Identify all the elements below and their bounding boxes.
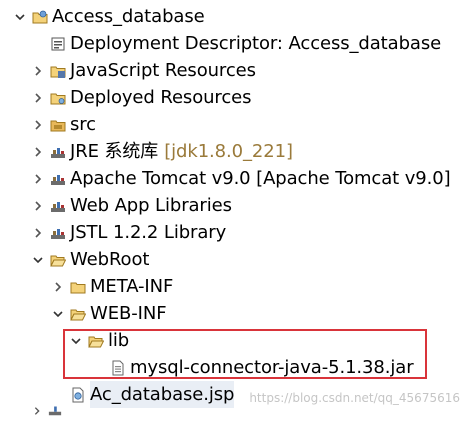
web-project-icon [32,9,48,25]
library-icon [50,171,66,187]
tree-item-meta-inf[interactable]: META-INF [52,273,173,300]
tree-item-web-inf[interactable]: WEB-INF [52,300,167,327]
library-icon [48,403,62,421]
chevron-right-icon[interactable] [52,273,64,300]
tree-item-deployment-descriptor[interactable]: Deployment Descriptor: Access_database [32,30,441,57]
chevron-down-icon[interactable] [32,246,44,273]
tree-item-webroot[interactable]: WebRoot [32,246,149,273]
chevron-right-icon[interactable] [32,219,44,246]
tree-item-label: WEB-INF [90,303,167,324]
library-icon [50,144,66,160]
folder-icon [50,90,66,106]
tree-item-jstl-library[interactable]: JSTL 1.2.2 Library [32,219,226,246]
folder-open-icon [50,252,66,268]
deployment-descriptor-icon [50,36,66,52]
tree-item-src[interactable]: src [32,111,96,138]
tree-item-label: Deployed Resources [70,87,252,108]
library-icon [50,198,66,214]
tree-item-ac-database-jsp[interactable]: Ac_database.jsp [52,381,234,408]
tree-item-access-database[interactable]: Access_database [14,3,205,30]
javascript-resources-icon [50,63,66,79]
chevron-down-icon[interactable] [14,3,26,30]
tree-item-javascript-resources[interactable]: JavaScript Resources [32,57,256,84]
tree-item-label: META-INF [90,276,174,297]
tree-item-label: JavaScript Resources [70,60,256,81]
tree-item-label: src [70,114,96,135]
watermark: https://blog.csdn.net/qq_45675616 [249,391,460,405]
chevron-right-icon[interactable] [32,192,44,219]
tree-item-label: Deployment Descriptor: Access_database [70,33,442,54]
library-icon [50,225,66,241]
chevron-down-icon[interactable] [52,300,64,327]
tree-item-label: Ac_database.jsp [90,381,234,408]
red-highlight-box [63,329,427,379]
chevron-right-icon[interactable] [32,165,44,192]
tree-item-jre-system-library[interactable]: JRE 系统库 [jdk1.8.0_221] [32,138,293,165]
chevron-right-icon[interactable] [32,57,44,84]
tree-item-apache-tomcat[interactable]: Apache Tomcat v9.0 [Apache Tomcat v9.0] [32,165,451,192]
project-explorer-tree: Access_database Deployment Descriptor: A… [0,0,468,416]
tree-item-label: JSTL 1.2.2 Library [70,222,227,243]
jsp-file-icon [70,387,86,403]
chevron-right-icon [32,404,42,420]
tree-item-label: WebRoot [70,249,150,270]
source-folder-icon [50,117,66,133]
chevron-right-icon[interactable] [32,111,44,138]
tree-item-label: JRE 系统库 [70,141,159,162]
folder-icon [70,279,86,295]
tree-item-deployed-resources[interactable]: Deployed Resources [32,84,251,111]
tree-item-label: Access_database [52,6,205,27]
tree-item-web-app-libraries[interactable]: Web App Libraries [32,192,232,219]
tree-item-cutoff [32,405,62,419]
tree-item-label: Web App Libraries [70,195,232,216]
chevron-right-icon[interactable] [32,138,44,165]
folder-open-icon [70,306,86,322]
tree-item-label: Apache Tomcat v9.0 [Apache Tomcat v9.0] [70,168,451,189]
chevron-right-icon[interactable] [32,84,44,111]
jdk-version-suffix: [jdk1.8.0_221] [164,141,293,162]
